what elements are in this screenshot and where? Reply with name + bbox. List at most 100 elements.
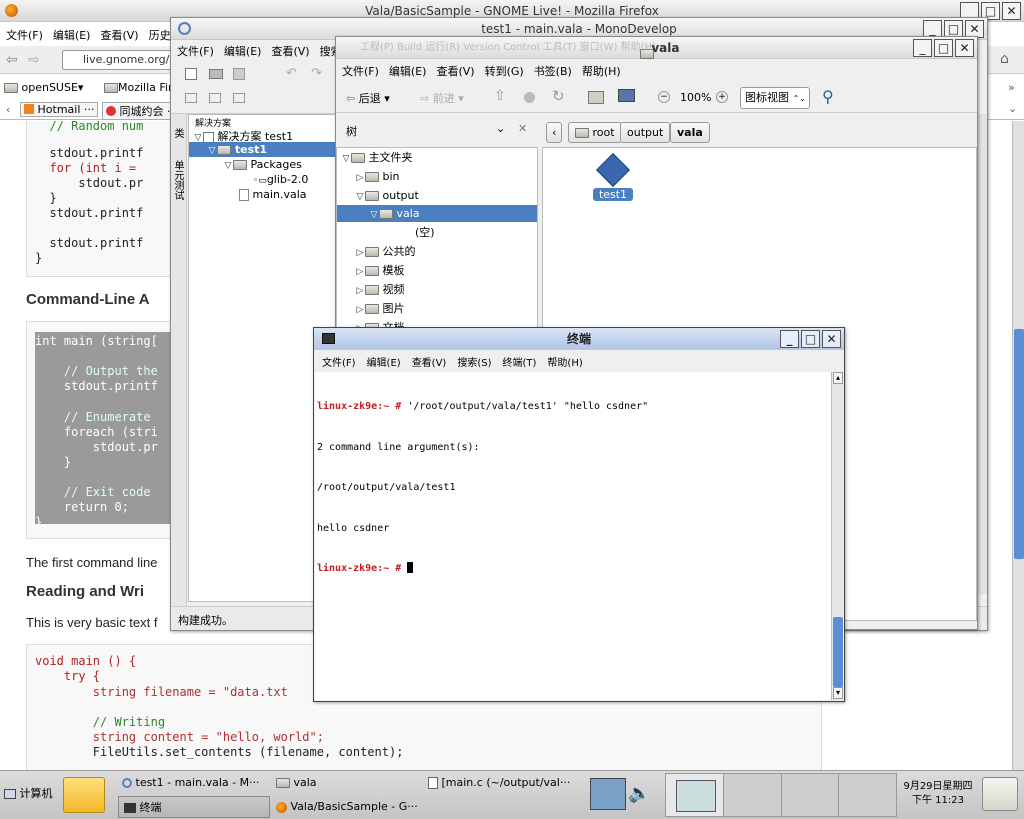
naut-menu-edit[interactable]: 编辑(E) (389, 63, 427, 79)
file-icon-test1[interactable]: test1 (593, 153, 633, 212)
tree-bin[interactable]: ▷ bin (337, 167, 537, 186)
new-file-icon[interactable] (185, 68, 197, 80)
side-tab-unit-tests[interactable]: 单元测试 (172, 160, 185, 200)
search-icon[interactable]: ⚲ (822, 87, 834, 106)
firefox-scrollbar[interactable] (1012, 121, 1024, 770)
bookmark-opensuse[interactable]: openSUSE▾ (4, 81, 83, 94)
expander-open-icon[interactable]: ▽ (369, 207, 379, 224)
build-icon[interactable] (185, 93, 197, 103)
crumb-vala[interactable]: vala (670, 122, 710, 143)
tree-templates[interactable]: ▷ 模板 (337, 261, 537, 280)
close-button[interactable]: ✕ (955, 39, 974, 57)
tree-public[interactable]: ▷ 公共的 (337, 242, 537, 261)
bookmarks-overflow-icon[interactable]: » (1008, 81, 1015, 94)
terminal-icon (124, 803, 136, 813)
clock[interactable]: 9月29日星期四 下午 11:23 (900, 780, 976, 808)
tree-pictures[interactable]: ▷ 图片 (337, 299, 537, 318)
tree-home[interactable]: ▽ 主文件夹 (337, 148, 537, 167)
naut-menu-go[interactable]: 转到(G) (485, 63, 524, 79)
term-menu-search[interactable]: 搜索(S) (457, 354, 491, 369)
workspace-2[interactable] (724, 774, 782, 816)
minimize-button[interactable]: _ (780, 330, 799, 348)
forward-button[interactable]: ⇨ 前进 ▾ (420, 90, 464, 106)
tab-list-icon[interactable]: ⌄ (1008, 102, 1017, 115)
term-menu-view[interactable]: 查看(V) (412, 354, 447, 369)
forward-arrow-icon[interactable]: ⇨ (28, 52, 40, 68)
tab-hotmail[interactable]: Hotmail ··· (20, 102, 99, 117)
md-menu-edit[interactable]: 编辑(E) (224, 43, 262, 59)
notes-launcher-icon[interactable] (63, 777, 105, 813)
naut-menu-view[interactable]: 查看(V) (436, 63, 474, 79)
menu-edit[interactable]: 编辑(E) (53, 27, 91, 43)
stop-icon[interactable] (524, 92, 535, 103)
back-button[interactable]: ⇦ 后退 ▾ (346, 90, 390, 106)
term-menu-terminal[interactable]: 终端(T) (503, 354, 537, 369)
tree-videos[interactable]: ▷ 视频 (337, 280, 537, 299)
home-icon[interactable]: ⌂ (1000, 51, 1009, 67)
md-tree-main-vala[interactable]: main.vala (189, 185, 337, 204)
open-icon[interactable] (209, 69, 223, 79)
workspace-4[interactable] (839, 774, 896, 816)
maximize-button[interactable]: □ (801, 330, 820, 348)
sidebar-close-icon[interactable]: ✕ (518, 122, 527, 135)
undo-icon[interactable]: ↶ (286, 66, 297, 81)
build-status: 构建成功。 (178, 614, 233, 627)
redo-icon[interactable]: ↷ (311, 66, 322, 81)
debug-icon[interactable] (233, 93, 245, 103)
up-arrow-icon[interactable]: ⇧ (494, 88, 506, 104)
term-menu-edit[interactable]: 编辑(E) (367, 354, 401, 369)
crumb-root[interactable]: root (568, 122, 622, 143)
crumb-back-button[interactable]: ‹ (546, 122, 563, 143)
naut-menu-help[interactable]: 帮助(H) (582, 63, 621, 79)
reload-icon[interactable]: ↻ (552, 87, 565, 105)
term-menu-file[interactable]: 文件(F) (322, 354, 356, 369)
tree-vala[interactable]: ▽ vala (337, 205, 537, 222)
volume-icon[interactable]: 🔈 (628, 783, 650, 804)
run-icon[interactable] (209, 93, 221, 103)
maximize-button[interactable]: □ (934, 39, 953, 57)
scroll-up-icon[interactable]: ▴ (833, 372, 843, 384)
menu-file[interactable]: 文件(F) (6, 27, 43, 43)
minimize-button[interactable]: _ (913, 39, 932, 57)
bookmark-mozilla[interactable]: Mozilla Fir (104, 81, 173, 94)
task-monodevelop[interactable]: test1 - main.vala - M··· (122, 772, 272, 794)
workspace-3[interactable] (782, 774, 840, 816)
workspace-1[interactable] (666, 774, 724, 816)
side-tab-classes[interactable]: 类 (172, 128, 185, 138)
close-button[interactable]: ✕ (1002, 2, 1021, 20)
view-mode-select[interactable]: 图标视图 ⌃⌄ (740, 87, 810, 109)
sidebar-type-dropdown-icon[interactable]: ⌄ (496, 122, 505, 135)
computer-icon[interactable] (618, 89, 635, 102)
term-menu-help[interactable]: 帮助(H) (547, 354, 582, 369)
computer-icon (4, 789, 16, 799)
naut-menu-file[interactable]: 文件(F) (342, 63, 379, 79)
scroll-thumb[interactable] (1014, 329, 1024, 559)
task-editor[interactable]: [main.c (~/output/val··· (428, 772, 574, 794)
home-folder-icon[interactable] (588, 91, 604, 104)
naut-menu-bookmarks[interactable]: 书签(B) (534, 63, 572, 79)
zoom-in-icon[interactable]: + (716, 91, 728, 103)
crumb-output[interactable]: output (620, 122, 671, 143)
task-terminal[interactable]: 终端 (118, 796, 270, 818)
trash-icon[interactable] (982, 777, 1018, 811)
task-firefox[interactable]: Vala/BasicSample - G··· (276, 796, 436, 818)
close-button[interactable]: ✕ (822, 330, 841, 348)
url-bar[interactable]: live.gnome.org/ (62, 50, 174, 70)
show-desktop-icon[interactable] (590, 778, 626, 810)
tab-scroll-left-icon[interactable]: ‹ (6, 103, 10, 116)
workspace-switcher[interactable] (665, 773, 897, 817)
scroll-thumb[interactable] (833, 617, 843, 687)
md-menu-view[interactable]: 查看(V) (271, 43, 309, 59)
scroll-down-icon[interactable]: ▾ (833, 687, 843, 699)
computer-menu-button[interactable]: 计算机 (4, 785, 53, 801)
zoom-out-icon[interactable]: − (658, 91, 670, 103)
menu-view[interactable]: 查看(V) (100, 27, 138, 43)
back-arrow-icon[interactable]: ⇦ (6, 52, 18, 68)
md-menu-file[interactable]: 文件(F) (177, 43, 214, 59)
task-nautilus[interactable]: vala (276, 772, 416, 794)
tree-output[interactable]: ▽ output (337, 186, 537, 205)
tab-dating[interactable]: 同城约会 · (102, 102, 175, 120)
terminal-scrollbar[interactable]: ▴ ▾ (831, 372, 843, 700)
terminal-screen[interactable]: linux-zk9e:~ # '/root/output/vala/test1'… (315, 372, 831, 700)
save-icon[interactable] (233, 68, 245, 80)
